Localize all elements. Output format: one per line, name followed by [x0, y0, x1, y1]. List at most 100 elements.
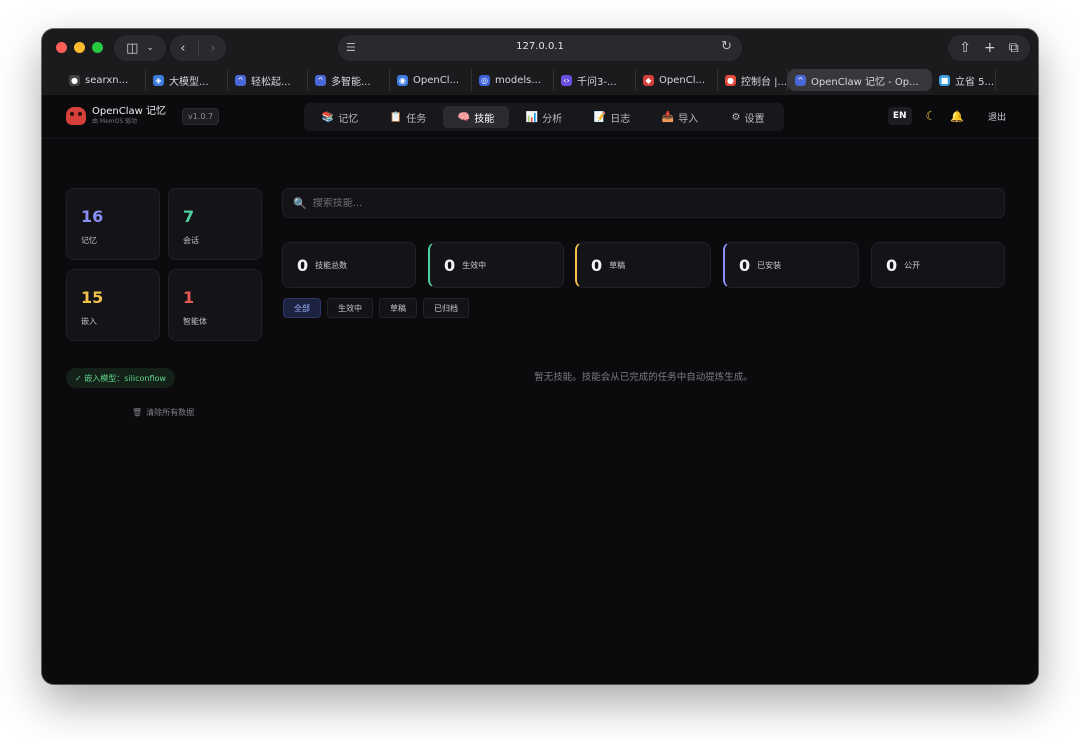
stat-label: 会话	[183, 236, 199, 245]
moon-icon[interactable]: ☾	[926, 109, 937, 123]
clear-all-data-button[interactable]: 🗑 清除所有数据	[132, 407, 194, 418]
filter-all[interactable]: 全部	[283, 298, 321, 318]
version-badge: v1.0.7	[181, 107, 220, 125]
logout-button[interactable]: 退出	[988, 110, 1006, 123]
robot-icon: ◎	[479, 74, 490, 86]
nav-label: 分析	[542, 113, 563, 125]
skill-filters: 全部 生效中 草稿 已归档	[283, 298, 469, 318]
metric-value: 0	[297, 255, 309, 275]
analytics-icon: 📊	[525, 111, 539, 123]
maximize-window-button[interactable]	[92, 42, 103, 53]
tasks-icon: 📋	[389, 111, 403, 123]
browser-tab-label: 多智能...	[331, 76, 371, 88]
browser-tab[interactable]: ◉ OpenCl...	[390, 69, 472, 91]
nav-skills[interactable]: 🧠 技能	[443, 106, 509, 128]
openclaw-logo-icon	[66, 107, 86, 125]
brand-title: OpenClaw 记忆	[92, 106, 166, 117]
pin-icon: ●	[725, 74, 736, 86]
filter-active[interactable]: 生效中	[327, 298, 373, 318]
memory-icon: 📚	[321, 111, 335, 123]
browser-actions: ⇧ + ⧉	[948, 35, 1030, 61]
nav-memory[interactable]: 📚 记忆	[307, 106, 373, 128]
browser-tab-label: 立省 5...	[955, 76, 995, 88]
search-input[interactable]	[312, 197, 973, 209]
metric-label: 技能总数	[315, 260, 348, 270]
nav-logs[interactable]: 📝 日志	[579, 106, 645, 128]
brand-subtitle: 由 MemOS 驱动	[92, 118, 138, 125]
browser-tab[interactable]: ◎ models...	[472, 69, 554, 91]
tab-strip: ● searxn... ◈ 大模型... ^ 轻松起... ^ 多智能... ◉ OpenCl..…	[62, 68, 1034, 92]
browser-tab[interactable]: ^ OpenClaw 记忆 - Op...	[788, 69, 932, 91]
tab-overview-icon[interactable]: ⧉	[1009, 40, 1019, 56]
github-icon: ●	[69, 74, 80, 86]
metric-value: 0	[591, 255, 603, 275]
browser-tab[interactable]: ● 控制台 |...	[718, 69, 788, 91]
metric-value: 0	[444, 255, 456, 275]
stat-value: 7	[183, 207, 195, 226]
browser-tab[interactable]: ■ 立省 5...	[932, 69, 996, 91]
metric-label: 生效中	[462, 260, 487, 270]
metric-value: 0	[739, 255, 751, 275]
address-bar[interactable]: ☰ 127.0.0.1 ↻	[338, 35, 742, 61]
chevron-down-icon: ⌄	[146, 43, 154, 53]
nav-import[interactable]: 📥 导入	[647, 106, 713, 128]
back-icon[interactable]: ‹	[180, 41, 185, 56]
stat-label: 记忆	[81, 236, 97, 245]
browser-tab-label: 控制台 |...	[741, 76, 788, 88]
filter-draft[interactable]: 草稿	[379, 298, 417, 318]
browser-tab[interactable]: ◆ OpenCl...	[636, 69, 718, 91]
browser-tab[interactable]: ^ 轻松起...	[228, 69, 308, 91]
browser-tab-label: 大模型...	[169, 76, 209, 88]
skills-icon: 🧠	[457, 111, 471, 123]
new-tab-icon[interactable]: +	[984, 40, 996, 56]
header-controls: EN ☾ 🔔 退出	[887, 107, 1006, 125]
skill-search: 🔍	[282, 188, 1005, 218]
stat-card-memories: 16 记忆	[66, 188, 160, 260]
language-toggle[interactable]: EN	[887, 107, 912, 125]
filter-archived[interactable]: 已归档	[423, 298, 469, 318]
nav-settings[interactable]: ⚙ 设置	[715, 106, 781, 128]
sidebar-toggle-button[interactable]: ◫ ⌄	[114, 35, 166, 61]
stat-label: 嵌入	[81, 317, 97, 326]
nav-label: 设置	[744, 113, 765, 125]
nav-label: 导入	[678, 113, 699, 125]
browser-tab-label: OpenCl...	[659, 74, 706, 86]
logs-icon: 📝	[593, 111, 607, 123]
reload-icon[interactable]: ↻	[721, 39, 732, 54]
clear-all-data-label: 清除所有数据	[146, 408, 195, 417]
browser-tab-label: models...	[495, 74, 541, 86]
minimize-window-button[interactable]	[74, 42, 85, 53]
browser-tab[interactable]: ^ 多智能...	[308, 69, 390, 91]
forward-icon[interactable]: ›	[211, 41, 216, 56]
history-nav: ‹ ›	[170, 35, 226, 61]
wave-icon: ^	[235, 74, 246, 86]
stat-label: 智能体	[183, 317, 207, 326]
empty-state-text: 暂无技能。技能会从已完成的任务中自动提炼生成。	[534, 372, 753, 383]
layers-icon: ◈	[153, 74, 164, 86]
openclaw-icon: ◉	[397, 74, 408, 86]
nav-analytics[interactable]: 📊 分析	[511, 106, 577, 128]
share-icon[interactable]: ⇧	[959, 40, 971, 56]
close-window-button[interactable]	[56, 42, 67, 53]
embed-model-badge: ✓ 嵌入模型：siliconflow	[66, 368, 175, 388]
browser-window: ◫ ⌄ ‹ › ☰ 127.0.0.1 ↻ ⇧ + ⧉ ● searxn... ◈ 大…	[42, 29, 1038, 684]
metric-card-active: 0 生效中	[428, 242, 564, 288]
browser-tab[interactable]: ● searxn...	[62, 69, 146, 91]
metric-card-total: 0 技能总数	[282, 242, 416, 288]
wave-icon: ^	[315, 74, 326, 86]
stat-card-embeddings: 15 嵌入	[66, 269, 160, 341]
bell-icon[interactable]: 🔔	[950, 110, 964, 123]
metric-value: 0	[886, 255, 898, 275]
browser-tab[interactable]: ◈ 大模型...	[146, 69, 228, 91]
brand: OpenClaw 记忆 由 MemOS 驱动 v1.0.7	[66, 106, 220, 125]
stat-value: 16	[81, 207, 104, 226]
nav-tasks[interactable]: 📋 任务	[375, 106, 441, 128]
import-icon: 📥	[661, 111, 675, 123]
metric-label: 草稿	[609, 260, 626, 270]
search-icon: 🔍	[293, 196, 307, 210]
nav-label: 记忆	[338, 113, 359, 125]
browser-chrome: ◫ ⌄ ‹ › ☰ 127.0.0.1 ↻ ⇧ + ⧉ ● searxn... ◈ 大…	[42, 29, 1038, 95]
sidebar-icon: ◫	[126, 40, 139, 56]
browser-tab[interactable]: ‹› 千问3-...	[554, 69, 636, 91]
stat-card-agents: 1 智能体	[168, 269, 262, 341]
